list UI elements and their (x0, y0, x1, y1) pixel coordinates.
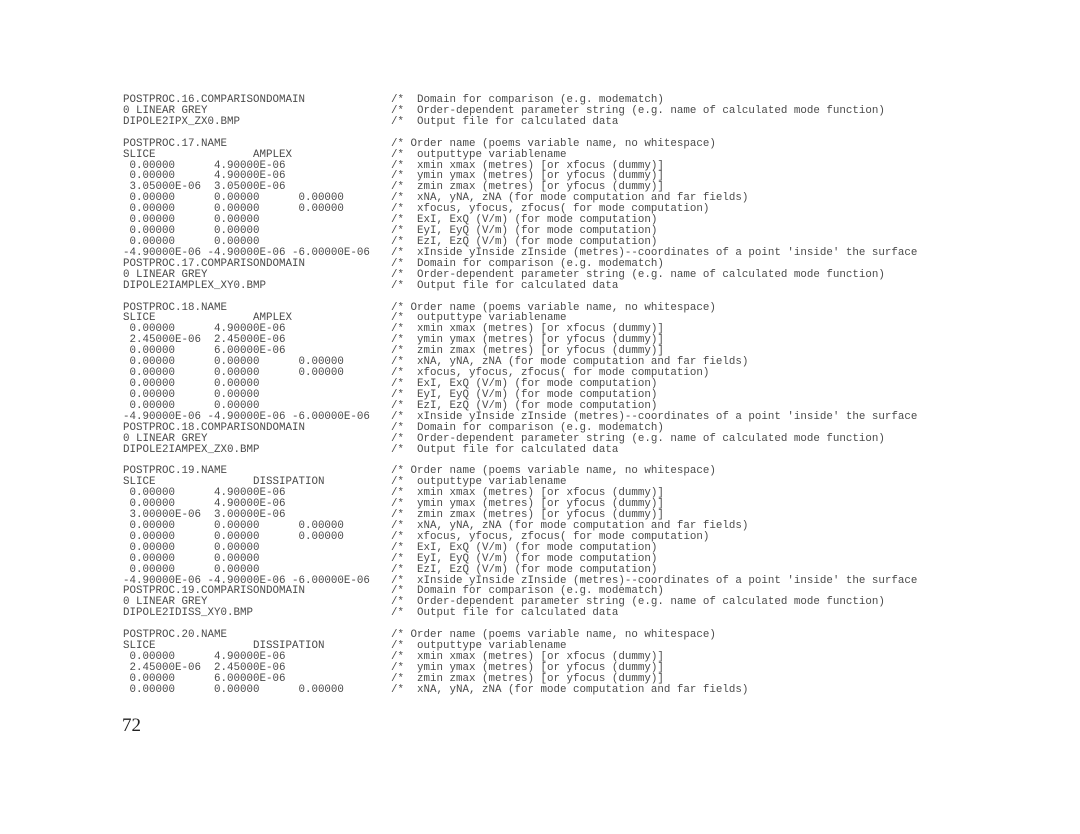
listing-line: DIPOLE2IDISS_XY0.BMP /* Output file for c… (123, 608, 917, 619)
line-code: DIPOLE2IAMPLEX_XY0.BMP (123, 279, 266, 292)
line-code: SLICE AMPLEX (123, 148, 292, 161)
line-comment: /* Output file for calculated data (391, 607, 619, 620)
code-listing: POSTPROC.16.COMPARISONDOMAIN/* Domain fo… (123, 95, 917, 696)
page-number: 72 (122, 715, 141, 736)
document-page: POSTPROC.16.COMPARISONDOMAIN/* Domain fo… (0, 0, 1080, 834)
line-code: 0.00000 0.00000 (123, 563, 260, 576)
line-code: DIPOLE2IPX_ZX0.BMP (123, 115, 240, 128)
listing-line: DIPOLE2IAMPLEX_XY0.BMP /* Output file for… (123, 279, 917, 292)
line-code: DIPOLE2IAMPEX_ZX0.BMP (123, 443, 260, 456)
line-code: DIPOLE2IDISS_XY0.BMP (123, 607, 253, 620)
line-code: 0 LINEAR GREY (123, 432, 208, 445)
line-comment: /* xNA, yNA, zNA (for mode computation a… (391, 683, 749, 696)
listing-line: 0.00000 0.00000 0.00000 /* xNA, yNA, zNA … (123, 683, 917, 696)
line-comment: /* Output file for calculated data (391, 443, 619, 456)
listing-line: DIPOLE2IAMPEX_ZX0.BMP /* Output file for … (123, 443, 917, 456)
line-code: 0.00000 0.00000 0.00000 (123, 683, 344, 696)
line-code: POSTPROC.17.NAME (123, 137, 227, 150)
line-comment: /* Output file for calculated data (391, 115, 619, 128)
line-comment: /* Output file for calculated data (391, 279, 619, 292)
listing-line: DIPOLE2IPX_ZX0.BMP /* Output file for cal… (123, 115, 917, 128)
line-code: POSTPROC.18.COMPARISONDOMAIN (123, 421, 305, 434)
